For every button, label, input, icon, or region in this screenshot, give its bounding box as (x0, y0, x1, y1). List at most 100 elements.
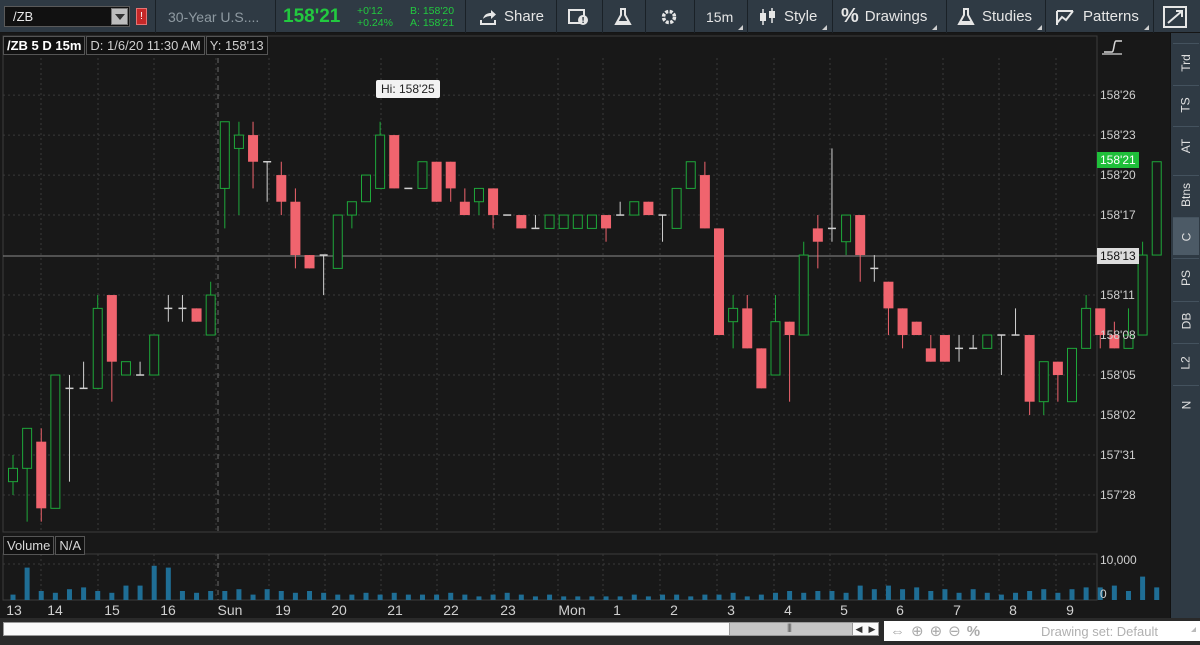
candle-body-up (685, 161, 696, 189)
crosshair-icon[interactable]: ⊕ (911, 622, 924, 640)
percent-scale-icon[interactable]: % (967, 623, 980, 640)
studies-flask-icon (957, 7, 975, 25)
settings-button[interactable] (659, 0, 685, 33)
volume-bar (504, 592, 510, 600)
chart-settings-button[interactable]: ! (568, 0, 596, 33)
candle-body-down (276, 175, 287, 202)
fullscreen-button[interactable] (1162, 0, 1194, 33)
scroll-left-icon[interactable]: ◀ (852, 623, 866, 635)
volume-study-label[interactable]: Volume N/A (3, 536, 86, 555)
ask-price: A: 158'21 (410, 17, 455, 29)
volume-bar (589, 596, 595, 600)
candle-body-down (714, 228, 724, 336)
candle-body-up (558, 214, 569, 229)
instrument-description: 30-Year U.S.... (168, 9, 260, 25)
chart-mode-icon[interactable] (1100, 36, 1122, 56)
volume-bar (702, 594, 708, 600)
dropdown-corner-icon (738, 25, 744, 30)
volume-bar (109, 592, 115, 600)
side-tab-ps[interactable]: PS (1173, 258, 1199, 296)
price-axis-label: 157'31 (1100, 448, 1136, 462)
volume-bar (787, 591, 793, 600)
volume-bar (1069, 589, 1075, 600)
candle (671, 187, 682, 229)
side-tab-btns[interactable]: Btns (1173, 175, 1199, 213)
share-button[interactable]: Share (478, 0, 544, 33)
candle (191, 308, 202, 322)
volume-bar (52, 592, 58, 600)
toolbar-divider (155, 0, 156, 33)
style-button[interactable]: Style (758, 0, 828, 33)
volume-bar (688, 596, 694, 600)
volume-bar (123, 585, 129, 600)
price-axis-label: 158'23 (1100, 128, 1136, 142)
alert-flag-icon[interactable]: ! (136, 8, 147, 25)
candle-body-up (544, 214, 555, 229)
patterns-button[interactable]: Patterns (1055, 0, 1149, 33)
candle (1067, 347, 1077, 403)
dropdown-corner-icon[interactable] (1191, 627, 1196, 632)
volume-bar (377, 594, 383, 600)
share-label: Share (504, 8, 545, 25)
flask-icon (614, 7, 632, 25)
side-tab-n[interactable]: N (1173, 385, 1199, 423)
symbol-dropdown-button[interactable] (111, 8, 128, 25)
time-axis-label: 5 (840, 602, 848, 618)
dropdown-corner-icon (822, 25, 828, 30)
side-tab-l2[interactable]: L2 (1173, 343, 1199, 381)
volume-bar (532, 596, 538, 600)
pan-arrows-icon[interactable]: ⇔ (890, 623, 905, 640)
drawings-label: Drawings (864, 8, 928, 25)
drawings-button[interactable]: % Drawings (841, 0, 938, 33)
volume-bar (476, 596, 482, 600)
studies-button[interactable]: Studies (956, 0, 1043, 33)
horizontal-scrollbar[interactable]: ◀ ▶ (3, 622, 879, 636)
candle (332, 214, 343, 269)
candle-body-down (36, 441, 47, 509)
scrollbar-thumb[interactable] (729, 622, 853, 635)
flask-button[interactable] (613, 0, 639, 33)
side-tab-at[interactable]: AT (1173, 126, 1199, 164)
volume-bar (645, 596, 651, 600)
price-chart[interactable]: 158'26 158'23 158'20 158'17 158'11 158'08 158'… (0, 33, 1170, 618)
volume-bar (137, 585, 143, 600)
time-axis-label: 14 (47, 602, 63, 618)
volume-bar (1027, 591, 1033, 600)
volume-bar (38, 591, 44, 600)
dropdown-corner-icon (932, 25, 938, 30)
share-icon (480, 9, 496, 25)
side-tab-db[interactable]: DB (1173, 301, 1199, 339)
volume-bar (956, 592, 962, 600)
chart-area[interactable]: 158'26 158'23 158'20 158'17 158'11 158'08 158'… (0, 33, 1170, 618)
time-axis-label: 6 (896, 602, 904, 618)
candle (1137, 241, 1148, 336)
volume-bar (631, 594, 637, 600)
volume-bar (716, 594, 722, 600)
zoom-out-icon[interactable]: ⊖ (948, 622, 961, 640)
candle (544, 214, 555, 229)
volume-bar (942, 589, 948, 600)
side-tab-ts[interactable]: TS (1173, 85, 1199, 123)
side-tab-c[interactable]: C (1173, 217, 1199, 255)
volume-bar (419, 594, 425, 600)
volume-bar (236, 589, 242, 600)
timeframe-button[interactable]: 15m (706, 0, 744, 33)
drawing-set-selector[interactable]: Drawing set: Default (1041, 624, 1158, 639)
price-axis-label: 158'08 (1100, 328, 1136, 342)
chart-info-bar: /ZB 5 D 15m D: 1/6/20 11:30 AM Y: 158'13 (3, 36, 269, 55)
candle (1151, 161, 1162, 256)
zoom-in-icon[interactable]: ⊕ (930, 622, 943, 640)
symbol-input[interactable]: /ZB (4, 6, 130, 27)
side-tab-trd[interactable]: Trd (1173, 43, 1199, 81)
scroll-right-icon[interactable]: ▶ (865, 623, 879, 635)
toolbar-divider (946, 0, 947, 33)
candle-body-down (601, 215, 612, 229)
volume-bar (772, 592, 778, 600)
candle-body-down (756, 348, 767, 389)
style-label: Style (784, 8, 818, 25)
candle (558, 214, 569, 229)
candle-body-down (431, 161, 442, 202)
volume-bar (914, 587, 920, 600)
candle-body-up (50, 374, 61, 509)
time-axis-label: 23 (500, 602, 516, 618)
